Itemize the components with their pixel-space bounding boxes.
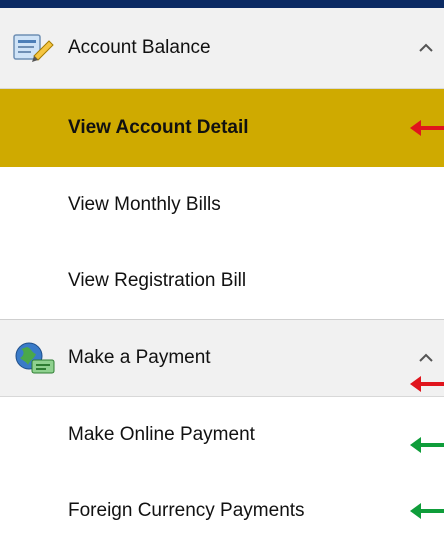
red-arrow-icon <box>410 376 444 392</box>
section-label-make-a-payment: Make a Payment <box>68 347 211 368</box>
menu-item-foreign-currency-payments[interactable]: Foreign Currency Payments <box>0 473 444 545</box>
account-navigation-page: Account Balance View Account Detail View… <box>0 0 444 545</box>
document-edit-icon <box>13 34 54 62</box>
chevron-up-icon[interactable] <box>416 348 436 368</box>
menu-item-label: Make Online Payment <box>68 424 255 445</box>
menu-item-label: View Monthly Bills <box>68 194 221 215</box>
menu-item-label: View Account Detail <box>68 117 249 138</box>
section-header-account-balance[interactable]: Account Balance <box>0 8 444 89</box>
chevron-up-icon[interactable] <box>416 38 436 58</box>
menu-item-label: Foreign Currency Payments <box>68 500 305 521</box>
top-divider <box>0 0 444 8</box>
menu-item-view-registration-bill[interactable]: View Registration Bill <box>0 243 444 319</box>
red-arrow-icon <box>410 120 444 136</box>
green-arrow-icon <box>410 503 444 519</box>
green-arrow-icon <box>410 437 444 453</box>
menu-item-view-monthly-bills[interactable]: View Monthly Bills <box>0 167 444 243</box>
section-header-make-a-payment[interactable]: Make a Payment <box>0 319 444 397</box>
account-sidebar-nav: Account Balance View Account Detail View… <box>0 8 444 545</box>
section-label-account-balance: Account Balance <box>68 37 211 58</box>
globe-payment-icon <box>15 342 55 374</box>
menu-item-label: View Registration Bill <box>68 270 247 291</box>
menu-item-view-account-detail[interactable]: View Account Detail <box>0 89 444 167</box>
menu-item-make-online-payment[interactable]: Make Online Payment <box>0 397 444 473</box>
